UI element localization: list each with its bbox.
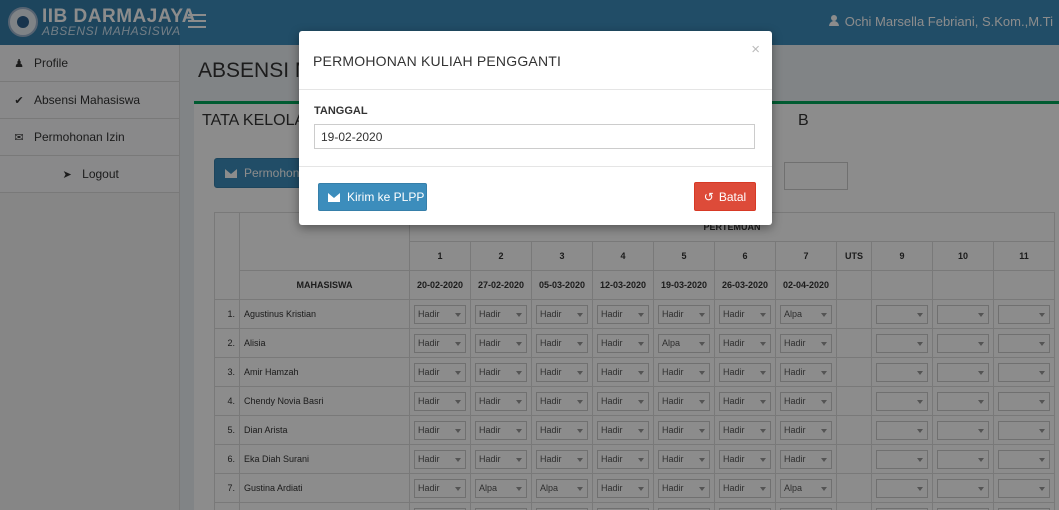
undo-icon: ↺	[703, 189, 714, 204]
kirim-button[interactable]: Kirim ke PLPP	[318, 183, 427, 211]
modal-title: PERMOHONAN KULIAH PENGGANTI	[313, 53, 562, 69]
batal-button[interactable]: ↺ Batal	[694, 182, 756, 211]
close-icon[interactable]: ×	[751, 41, 760, 58]
tanggal-label: TANGGAL	[314, 105, 368, 117]
kirim-button-label: Kirim ke PLPP	[347, 190, 425, 204]
modal-header: PERMOHONAN KULIAH PENGGANTI ×	[299, 31, 772, 90]
envelope-icon	[328, 192, 340, 202]
tanggal-input[interactable]	[314, 124, 755, 149]
modal-body: TANGGAL	[299, 90, 772, 167]
batal-button-label: Batal	[718, 189, 747, 204]
permohonan-modal: PERMOHONAN KULIAH PENGGANTI × TANGGAL Ki…	[299, 31, 772, 225]
